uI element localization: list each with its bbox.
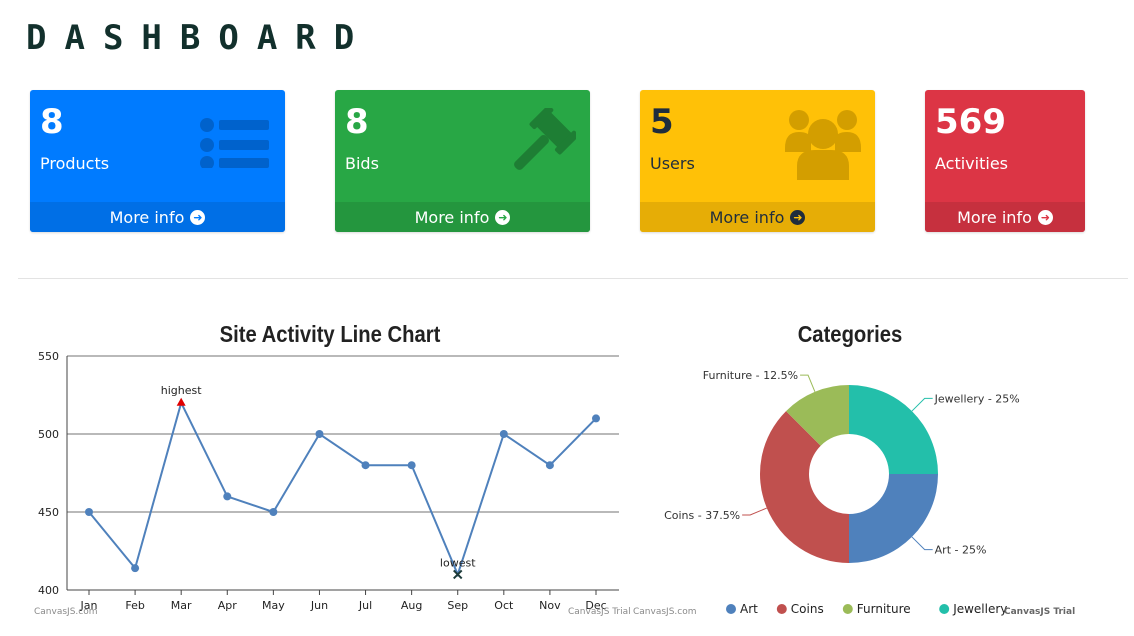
legend-marker	[726, 604, 736, 614]
slice-label: Jewellery - 25%	[934, 392, 1020, 405]
legend-marker	[842, 604, 853, 614]
legend-marker	[776, 604, 787, 614]
x-tick-label: Mar	[171, 599, 192, 612]
x-tick-label: Jul	[358, 599, 372, 612]
bids-card: 8 Bids More info ➜	[335, 90, 590, 232]
data-point	[592, 414, 600, 423]
arrow-circle-right-icon: ➜	[790, 209, 806, 225]
data-point	[269, 508, 278, 516]
section-divider	[18, 278, 1128, 279]
slice-label: Art - 25%	[935, 544, 987, 557]
x-tick-label: Aug	[401, 599, 422, 612]
data-point	[407, 461, 416, 470]
x-tick-label: Feb	[125, 599, 144, 612]
data-point	[85, 508, 93, 516]
users-count: 5	[650, 102, 674, 142]
site-activity-line-chart: 400450500550Jan Feb Mar Apr May Jun Jul Aug Sep O…	[38, 350, 619, 612]
bids-count: 8	[345, 102, 369, 142]
activities-label: Activities	[935, 154, 1008, 173]
y-tick-label: 500	[38, 428, 59, 441]
pie-chart-title: Categories	[797, 321, 903, 347]
users-more-info-link[interactable]: More info ➜	[640, 202, 875, 232]
data-point	[131, 564, 140, 573]
activities-card: 569 Activities More info ➜	[925, 90, 1085, 232]
pie-chart-credit[interactable]: CanvasJS.com	[633, 607, 696, 617]
more-info-label: More info	[957, 207, 1032, 227]
arrow-circle-right-icon: ➜	[190, 209, 206, 225]
arrow-circle-right-icon: ➜	[1037, 209, 1053, 225]
line-chart-trial-credit: CanvasJS Trial	[568, 607, 631, 617]
y-tick-label: 550	[38, 350, 59, 363]
x-tick-label: Nov	[539, 599, 561, 612]
line-chart-title: Site Activity Line Chart	[219, 321, 441, 347]
page-title: DASHBOARD	[26, 18, 373, 58]
data-point	[223, 492, 232, 501]
data-point-highest	[176, 397, 186, 406]
legend-label-furniture: Furniture	[857, 602, 911, 616]
bids-label: Bids	[345, 154, 379, 173]
x-tick-label: Sep	[447, 599, 468, 612]
annotation-label: highest	[161, 384, 202, 397]
more-info-label: More info	[414, 207, 490, 227]
x-tick-label: Oct	[494, 599, 514, 612]
y-tick-label: 400	[38, 584, 59, 597]
x-tick-label: Apr	[218, 599, 238, 612]
slice-label: Furniture - 12.5%	[703, 369, 798, 382]
list-icon	[199, 108, 271, 172]
more-info-label: More info	[709, 207, 785, 227]
slice-connector	[911, 397, 933, 412]
slice-label: Coins - 37.5%	[664, 509, 740, 522]
products-label: Products	[40, 154, 110, 173]
x-tick-label: Jun	[310, 599, 328, 612]
activities-count: 569	[935, 102, 1006, 142]
users-card: 5 Users More info ➜	[640, 90, 875, 232]
legend-label-jewellery: Jewellery	[952, 602, 1007, 616]
slice-connector	[742, 507, 767, 516]
x-tick-label: May	[262, 599, 285, 612]
line-chart-credit[interactable]: CanvasJS.com	[34, 607, 97, 617]
data-point	[499, 430, 508, 438]
y-tick-label: 450	[38, 506, 59, 519]
data-point	[545, 461, 554, 470]
users-icon	[785, 108, 861, 184]
pie-chart-trial-credit: CanvasJS Trial	[1004, 607, 1076, 617]
slice-connector	[800, 374, 816, 392]
products-count: 8	[40, 102, 64, 142]
legend-marker	[939, 604, 950, 614]
data-point	[361, 461, 370, 470]
legend-label-art: Art	[740, 602, 758, 616]
gavel-icon	[504, 105, 579, 184]
activities-more-info-link[interactable]: More info ➜	[925, 202, 1085, 232]
annotation-label: lowest	[440, 556, 476, 569]
categories-doughnut-chart: Jewellery - 25% Art - 25% Coins - 37.5% Fur…	[664, 369, 1020, 616]
users-label: Users	[650, 154, 695, 173]
bids-more-info-link[interactable]: More info ➜	[335, 202, 590, 232]
more-info-label: More info	[109, 207, 185, 227]
products-card: 8 Products More info ➜	[30, 90, 285, 232]
legend-label-coins: Coins	[791, 602, 824, 616]
slice-connector	[911, 536, 933, 551]
arrow-circle-right-icon: ➜	[495, 209, 511, 225]
products-more-info-link[interactable]: More info ➜	[30, 202, 285, 232]
data-point	[315, 430, 324, 438]
series-line	[88, 400, 597, 578]
